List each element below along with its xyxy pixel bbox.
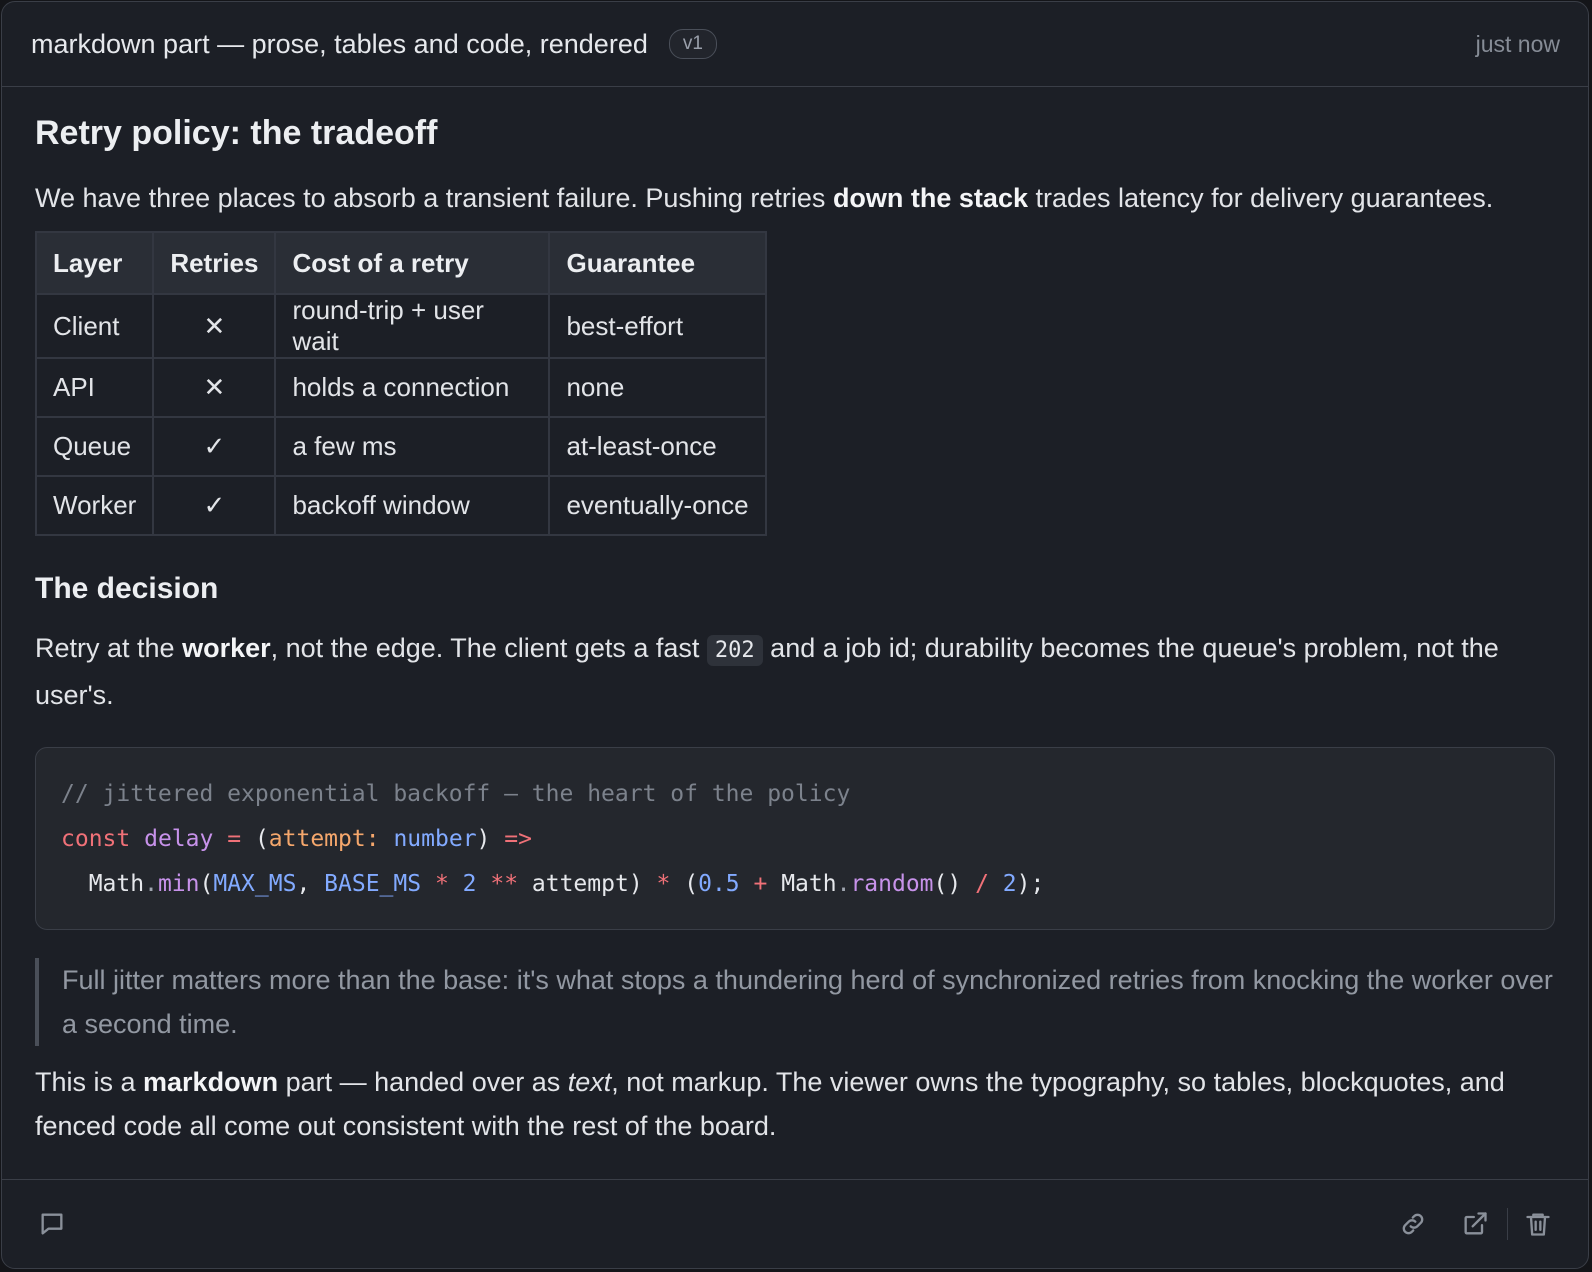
- trash-icon[interactable]: [1522, 1208, 1554, 1240]
- code-punc: (: [254, 826, 269, 852]
- decision-text: Retry at the: [35, 633, 183, 663]
- code-op: *: [656, 871, 671, 897]
- code-punc: ): [476, 826, 491, 852]
- external-link-icon[interactable]: [1459, 1208, 1491, 1240]
- intro-bold: down the stack: [832, 183, 1028, 213]
- timestamp: just now: [1475, 30, 1560, 57]
- code-op: =: [227, 826, 242, 852]
- code-punc: (: [670, 871, 699, 897]
- outro-bold: markdown: [143, 1067, 279, 1097]
- cell-guarantee: at-least-once: [548, 416, 767, 477]
- cell-cost: holds a connection: [274, 357, 551, 418]
- version-badge: v1: [668, 29, 717, 59]
- decision-bold: worker: [182, 633, 271, 663]
- header-retries: Retries: [152, 231, 277, 295]
- footer-actions: [1397, 1208, 1554, 1240]
- outro-paragraph: This is a markdown part — handed over as…: [35, 1060, 1555, 1148]
- code-punc: ,: [296, 871, 325, 897]
- code-block: // jittered exponential backoff — the he…: [35, 747, 1555, 930]
- code-num: 2: [1002, 871, 1017, 897]
- table-row: API ✕ holds a connection none: [34, 357, 767, 418]
- code-comment: // jittered exponential backoff — the he…: [61, 781, 851, 807]
- code-colon: :: [365, 826, 380, 852]
- code-op: *: [421, 871, 463, 897]
- header-layer: Layer: [34, 231, 155, 295]
- table-header-row: Layer Retries Cost of a retry Guarantee: [34, 231, 767, 295]
- code-fn: min: [157, 871, 200, 897]
- cell-cost: round-trip + user wait: [274, 293, 551, 359]
- decision-heading: The decision: [35, 572, 219, 605]
- cell-retries: ✕: [152, 357, 277, 418]
- card-footer: [2, 1179, 1588, 1268]
- code-punc: (): [933, 871, 976, 897]
- header-guarantee: Guarantee: [548, 231, 767, 295]
- outro-text-2: part — handed over as: [278, 1067, 568, 1097]
- code-op: **: [476, 871, 532, 897]
- retry-table: Layer Retries Cost of a retry Guarantee …: [34, 231, 767, 536]
- markdown-content: Retry policy: the tradeoff We have three…: [2, 87, 1588, 1148]
- cell-retries: ✓: [152, 416, 277, 477]
- cell-layer: Queue: [34, 416, 155, 477]
- code-line-3: Math.min(MAX_MS, BASE_MS * 2 ** attempt)…: [61, 871, 1045, 897]
- code-op: /: [975, 871, 989, 897]
- comment-icon[interactable]: [36, 1208, 68, 1240]
- intro-paragraph: We have three places to absorb a transie…: [35, 176, 1555, 220]
- code-punc: (: [199, 871, 214, 897]
- table-row: Queue ✓ a few ms at-least-once: [34, 416, 767, 477]
- link-icon[interactable]: [1397, 1208, 1429, 1240]
- footer-divider: [1507, 1208, 1508, 1240]
- intro-text: We have three places to absorb a transie…: [35, 183, 833, 213]
- code-num: 0.5: [698, 871, 740, 897]
- code-const: MAX_MS: [213, 871, 297, 897]
- code-punc: );: [1016, 871, 1045, 897]
- card-header: markdown part — prose, tables and code, …: [2, 2, 1588, 87]
- table-row: Client ✕ round-trip + user wait best-eff…: [34, 293, 767, 359]
- code-punc: .: [836, 871, 851, 897]
- code-ident: Math: [781, 871, 837, 897]
- cell-cost: backoff window: [274, 475, 551, 536]
- code-fn-name: delay: [144, 826, 214, 852]
- code-ident: Math: [88, 871, 145, 897]
- outro-text: This is a: [35, 1067, 144, 1097]
- cell-guarantee: none: [548, 357, 767, 418]
- code-arrow: =>: [504, 826, 532, 852]
- code-op: +: [739, 871, 782, 897]
- code-const: BASE_MS: [324, 871, 422, 897]
- cell-layer: Client: [34, 293, 155, 359]
- code-type: number: [393, 826, 477, 852]
- code-fn: random: [850, 871, 934, 897]
- doc-heading: Retry policy: the tradeoff: [35, 114, 438, 152]
- inline-code: 202: [706, 635, 763, 666]
- outro-italic: text: [567, 1067, 612, 1097]
- cell-guarantee: eventually-once: [548, 475, 767, 536]
- code-num: 2: [462, 871, 477, 897]
- cell-retries: ✓: [152, 475, 277, 536]
- header-cost: Cost of a retry: [274, 231, 551, 295]
- code-param: attempt: [268, 826, 366, 852]
- cell-layer: Worker: [34, 475, 155, 536]
- decision-text-2: , not the edge. The client gets a fast: [270, 633, 707, 663]
- code-punc: .: [144, 871, 158, 897]
- cell-guarantee: best-effort: [548, 293, 767, 359]
- code-line-2: const delay = (attempt: number) =>: [61, 826, 532, 852]
- intro-text-end: trades latency for delivery guarantees.: [1027, 183, 1494, 213]
- cell-layer: API: [34, 357, 155, 418]
- header-left: markdown part — prose, tables and code, …: [31, 29, 717, 60]
- blockquote: Full jitter matters more than the base: …: [35, 958, 1555, 1046]
- cell-retries: ✕: [152, 293, 277, 359]
- code-ident: attempt: [531, 871, 629, 897]
- code-keyword: const: [61, 826, 131, 852]
- markdown-part-card: markdown part — prose, tables and code, …: [1, 1, 1589, 1269]
- cell-cost: a few ms: [274, 416, 551, 477]
- table-row: Worker ✓ backoff window eventually-once: [34, 475, 767, 536]
- decision-paragraph: Retry at the worker, not the edge. The c…: [35, 626, 1555, 717]
- code-punc: ): [628, 871, 657, 897]
- card-title: markdown part — prose, tables and code, …: [31, 28, 648, 59]
